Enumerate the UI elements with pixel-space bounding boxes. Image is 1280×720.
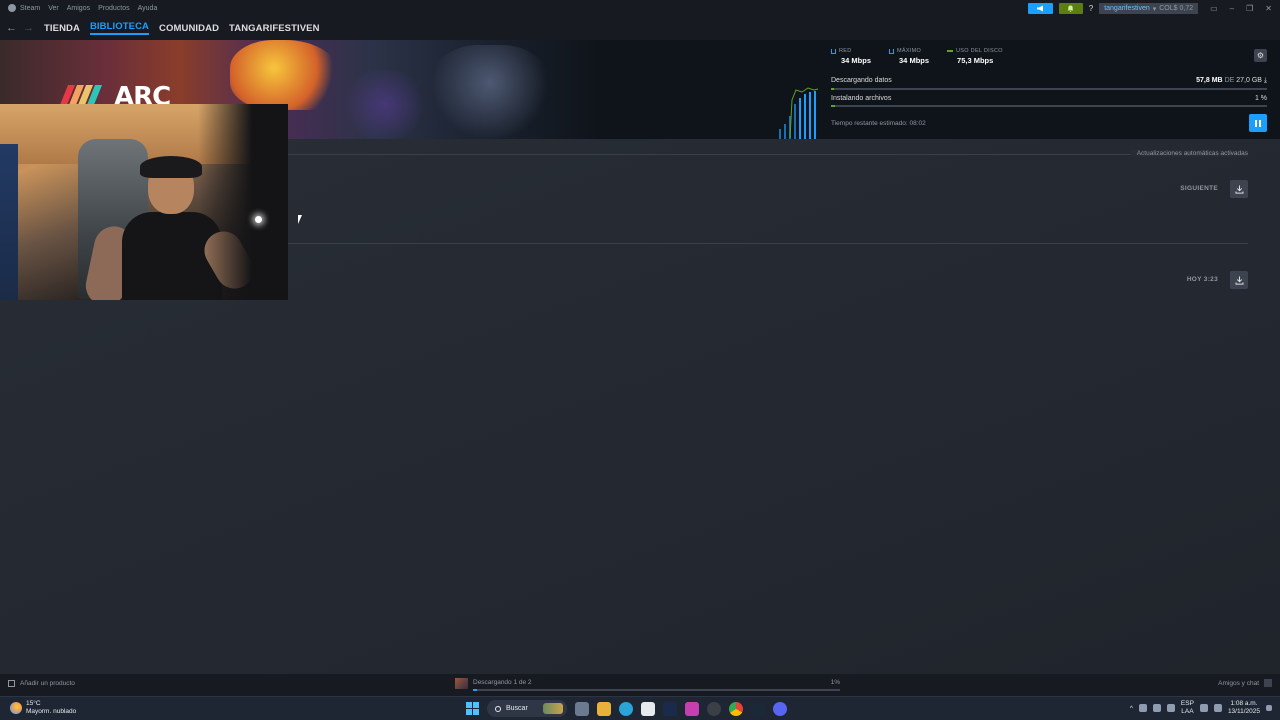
file-explorer-icon[interactable] [597, 701, 611, 716]
gear-icon[interactable]: ⚙ [1254, 49, 1267, 62]
megaphone-icon[interactable] [1027, 3, 1053, 14]
section-divider [288, 243, 1248, 244]
download-data-label: Descargando datos [831, 77, 892, 84]
menu-amigos[interactable]: Amigos [67, 5, 90, 12]
volume-icon[interactable] [1213, 704, 1222, 712]
mic-icon[interactable] [1166, 704, 1175, 712]
weather-icon [10, 702, 22, 714]
add-icon [8, 680, 15, 687]
game-logo-stripes [59, 85, 110, 105]
bell-icon[interactable] [1058, 3, 1083, 14]
capcut-icon[interactable] [685, 701, 699, 716]
forward-arrow-icon[interactable]: → [23, 22, 34, 34]
account-username: tangarifestiven [1104, 5, 1150, 12]
maximize-icon[interactable]: ❐ [1246, 4, 1253, 13]
minimize-icon[interactable]: – [1230, 4, 1234, 13]
stat-peak: MÁXIMO 34 Mbps [889, 48, 929, 65]
steam-status-bar: Añadir un producto Descargando 1 de 2 1%… [0, 674, 1280, 696]
tray-app-icon[interactable] [1152, 704, 1161, 712]
language-indicator[interactable]: ESP LAA [1181, 700, 1194, 716]
network-graph [779, 87, 819, 139]
tab-profile[interactable]: TANGARIFESTIVEN [229, 23, 320, 34]
close-icon[interactable]: ✕ [1265, 4, 1272, 13]
stat-disk: USO DEL DISCO 75,3 Mbps [947, 48, 1003, 65]
weather-desc: Mayorm. nublado [26, 708, 77, 715]
tab-comunidad[interactable]: COMUNIDAD [159, 23, 219, 34]
menu-steam[interactable]: Steam [20, 5, 40, 12]
download-icon[interactable] [1230, 271, 1248, 289]
pause-icon[interactable] [1249, 114, 1267, 132]
windows-start-icon[interactable] [466, 702, 479, 715]
add-product-button[interactable]: Añadir un producto [8, 680, 75, 687]
account-button[interactable]: tangarifestiven ▾ COL$ 0,72 [1099, 3, 1199, 14]
store-icon[interactable] [641, 701, 655, 716]
install-progress-track [831, 105, 1267, 107]
auto-updates-text: Actualizaciones automáticas activadas [1130, 150, 1248, 157]
big-picture-icon[interactable]: ▭ [1210, 4, 1218, 13]
downloading-percent: 1% [830, 679, 840, 686]
steam-taskbar-icon[interactable] [751, 701, 765, 716]
tray-app-icon[interactable] [1138, 704, 1147, 712]
download-progress-track [831, 88, 1267, 90]
section-today-label: HOY 3:23 [1186, 276, 1218, 283]
download-icon: ⤓ [1263, 77, 1267, 84]
weather-widget[interactable]: 15°C Mayorm. nublado [10, 700, 76, 716]
wallet-balance: COL$ 0,72 [1159, 5, 1194, 12]
app-icon[interactable] [663, 701, 677, 716]
chat-icon [1264, 679, 1272, 687]
nav-bar: ← → TIENDA BIBLIOTECA COMUNIDAD TANGARIF… [0, 16, 1280, 40]
friends-chat-button[interactable]: Amigos y chat [1218, 679, 1272, 687]
top-right-controls: ? tangarifestiven ▾ COL$ 0,72 ▭ – ❐ ✕ [1027, 3, 1272, 14]
back-arrow-icon[interactable]: ← [6, 22, 17, 34]
weather-temp: 15°C [26, 700, 41, 707]
menu-ayuda[interactable]: Ayuda [138, 5, 158, 12]
edge-icon[interactable] [619, 701, 633, 716]
tab-biblioteca[interactable]: BIBLIOTECA [89, 21, 150, 35]
system-tray: ^ ESP LAA 1:08 a.m. 13/11/2025 [1130, 700, 1272, 716]
steam-window: Steam Ver Amigos Productos Ayuda ? tanga… [0, 0, 1280, 720]
obs-icon[interactable] [707, 701, 721, 716]
stat-network: RED 34 Mbps [831, 48, 871, 65]
discord-icon[interactable] [773, 701, 787, 716]
section-divider [288, 154, 1248, 155]
menu-ver[interactable]: Ver [48, 5, 59, 12]
install-percent: 1 % [1254, 95, 1267, 102]
webcam-overlay [0, 104, 288, 300]
section-next-label: SIGUIENTE [1180, 185, 1218, 192]
clock[interactable]: 1:08 a.m. 13/11/2025 [1228, 700, 1260, 716]
download-data-row: Descargando datos 57,8 MB DE 27,0 GB ⤓ [831, 77, 1267, 90]
notification-icon[interactable] [1266, 705, 1272, 711]
download-done: 57,8 MB [1196, 77, 1223, 84]
network-icon[interactable] [1199, 704, 1208, 712]
download-total: 27,0 GB [1236, 77, 1262, 84]
download-icon[interactable] [1230, 180, 1248, 198]
taskbar-search[interactable]: Buscar [487, 700, 567, 717]
game-thumbnail [455, 678, 468, 689]
download-stats: RED 34 Mbps MÁXIMO 34 Mbps USO DEL DISCO… [831, 48, 1003, 65]
task-view-icon[interactable] [575, 701, 589, 716]
search-icon [495, 705, 501, 712]
help-button[interactable]: ? [1089, 4, 1093, 13]
downloading-text: Descargando 1 de 2 [473, 679, 532, 686]
steam-icon[interactable] [8, 4, 16, 12]
menu-productos[interactable]: Productos [98, 5, 130, 12]
install-row: Instalando archivos 1 % [831, 95, 1267, 107]
tray-chevron-icon[interactable]: ^ [1130, 705, 1133, 712]
taskbar-apps: Buscar [466, 700, 787, 717]
windows-taskbar: 15°C Mayorm. nublado Buscar ^ ESP LAA 1:… [0, 696, 1280, 720]
eta-text: Tiempo restante estimado: 08:02 [831, 120, 926, 127]
mouse-cursor [298, 215, 302, 224]
install-label: Instalando archivos [831, 95, 892, 102]
chrome-icon[interactable] [729, 701, 743, 716]
tab-tienda[interactable]: TIENDA [44, 23, 80, 34]
